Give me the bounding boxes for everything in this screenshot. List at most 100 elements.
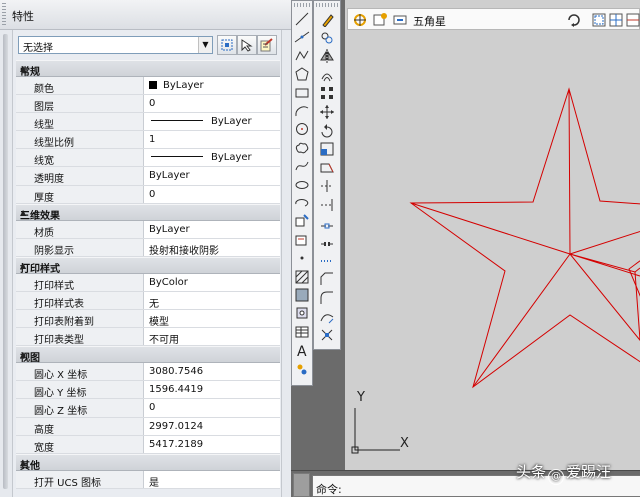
offset-icon[interactable] xyxy=(319,67,335,83)
selection-dropdown[interactable]: 无选择 ▼ xyxy=(18,36,213,54)
blend-curves-icon[interactable] xyxy=(319,309,335,325)
chevron-down-icon[interactable]: ▼ xyxy=(198,37,212,53)
arc-icon[interactable] xyxy=(294,103,310,119)
property-row[interactable]: 打印表类型 不可用 xyxy=(16,328,280,347)
scale-icon[interactable] xyxy=(319,141,335,157)
mirror-icon[interactable] xyxy=(319,48,335,64)
add-selected-icon[interactable] xyxy=(294,361,310,377)
property-row[interactable]: 材质 ByLayer xyxy=(16,220,280,239)
property-row[interactable]: 打印表附着到 模型 xyxy=(16,310,280,329)
collapse-icon[interactable]: ▲ xyxy=(20,350,272,359)
stretch-icon[interactable] xyxy=(319,160,335,176)
chamfer-icon[interactable] xyxy=(319,271,335,287)
property-value[interactable]: 3080.7546 xyxy=(145,363,280,380)
palette-grip[interactable] xyxy=(2,3,6,27)
category-header[interactable]: 打印样式 ▲ xyxy=(16,256,280,275)
category-header[interactable]: 常规 ▲ xyxy=(16,60,280,78)
property-row[interactable]: 打印样式表无 xyxy=(16,291,280,311)
property-value[interactable]: ByLayer xyxy=(145,221,280,238)
property-row[interactable]: 圆心 Y 坐标 1596.4419 xyxy=(16,381,280,400)
table-icon[interactable] xyxy=(294,324,310,340)
category-header[interactable]: 三维效果 ▲ xyxy=(16,203,280,222)
property-value[interactable]: 1596.4419 xyxy=(145,381,280,398)
property-value[interactable]: 5417.2189 xyxy=(145,436,280,453)
property-row[interactable]: 线宽 ByLayer xyxy=(16,149,280,168)
insert-block-icon[interactable] xyxy=(294,213,310,229)
property-value[interactable]: ByColor xyxy=(145,274,280,291)
property-value[interactable]: 0 xyxy=(145,95,280,112)
construction-line-icon[interactable] xyxy=(294,29,310,45)
rotate-icon[interactable] xyxy=(319,123,335,139)
property-value[interactable]: 无 xyxy=(145,292,280,310)
circle-icon[interactable] xyxy=(294,121,310,137)
property-value[interactable]: 投射和接收阴影 xyxy=(145,239,280,257)
erase-icon[interactable] xyxy=(319,11,335,27)
join-icon[interactable] xyxy=(319,253,335,269)
break-at-point-icon[interactable] xyxy=(319,216,335,232)
gradient-icon[interactable] xyxy=(294,287,310,303)
property-row[interactable]: 线型 ByLayer xyxy=(16,113,280,132)
collapse-icon[interactable]: ▲ xyxy=(20,458,272,467)
pentagram-outline[interactable] xyxy=(409,87,640,389)
category-header[interactable]: 视图 ▲ xyxy=(16,346,280,364)
property-value[interactable]: ByLayer xyxy=(145,113,280,130)
trim-icon[interactable] xyxy=(319,178,335,194)
make-block-icon[interactable] xyxy=(294,232,310,248)
region-icon[interactable] xyxy=(294,305,310,321)
copy-icon[interactable] xyxy=(319,30,335,46)
toggle-pickadd-button[interactable] xyxy=(217,35,237,55)
property-row[interactable]: 打开 UCS 图标是 xyxy=(16,470,280,489)
property-value[interactable]: ByLayer xyxy=(145,167,280,184)
category-header[interactable]: 其他 ▲ xyxy=(16,453,280,472)
rectangle-icon[interactable] xyxy=(294,85,310,101)
collapse-icon[interactable]: ▲ xyxy=(20,208,272,217)
spline-icon[interactable] xyxy=(294,158,310,174)
move-icon[interactable] xyxy=(319,104,335,120)
modify-toolbar-grip[interactable] xyxy=(316,3,338,7)
extend-icon[interactable] xyxy=(319,197,335,213)
palette-side-strip[interactable] xyxy=(0,30,13,497)
quick-select-button[interactable] xyxy=(257,35,277,55)
point-icon[interactable] xyxy=(294,250,310,266)
break-icon[interactable] xyxy=(319,234,335,250)
property-value[interactable]: 不可用 xyxy=(145,328,280,346)
multiline-text-icon[interactable]: A xyxy=(294,342,310,358)
property-row[interactable]: 圆心 Z 坐标 0 xyxy=(16,399,280,418)
polygon-icon[interactable] xyxy=(294,66,310,82)
property-row[interactable]: 圆心 X 坐标 3080.7546 xyxy=(16,363,280,382)
ellipse-arc-icon[interactable] xyxy=(294,195,310,211)
property-row[interactable]: 打印样式 ByColor xyxy=(16,273,280,292)
property-value[interactable]: ByLayer xyxy=(145,149,280,166)
property-value[interactable]: 是 xyxy=(145,471,280,489)
hatch-icon[interactable] xyxy=(294,269,310,285)
collapse-icon[interactable]: ▲ xyxy=(20,64,272,73)
line-icon[interactable] xyxy=(294,11,310,27)
collapse-icon[interactable]: ▲ xyxy=(20,261,272,270)
palette-side-bar[interactable] xyxy=(3,34,8,489)
property-value[interactable]: 1 xyxy=(145,131,280,148)
property-value[interactable]: 2997.0124 xyxy=(145,418,280,435)
property-row[interactable]: 宽度 5417.2189 xyxy=(16,435,280,454)
property-row[interactable]: 图层 0 xyxy=(16,95,280,114)
command-line-grip[interactable] xyxy=(293,473,310,497)
property-row[interactable]: 厚度 0 xyxy=(16,185,280,204)
fillet-icon[interactable] xyxy=(319,290,335,306)
property-row[interactable]: 高度 2997.0124 xyxy=(16,417,280,436)
ellipse-icon[interactable] xyxy=(294,177,310,193)
property-value[interactable]: 模型 xyxy=(145,310,280,328)
draw-toolbar-grip[interactable] xyxy=(294,3,310,7)
property-value[interactable]: ByLayer xyxy=(145,77,280,94)
pentagram[interactable] xyxy=(409,87,640,389)
select-objects-button[interactable] xyxy=(237,35,257,55)
property-row[interactable]: 线型比例 1 xyxy=(16,131,280,150)
polyline-icon[interactable] xyxy=(294,48,310,64)
palette-titlebar[interactable]: 特性 xyxy=(0,0,291,30)
property-row[interactable]: 透明度 ByLayer xyxy=(16,167,280,186)
property-value[interactable]: 0 xyxy=(145,186,280,203)
explode-icon[interactable] xyxy=(319,327,335,343)
revision-cloud-icon[interactable] xyxy=(294,140,310,156)
property-row[interactable]: 颜色 ByLayer xyxy=(16,77,280,96)
array-icon[interactable] xyxy=(319,85,335,101)
palette-scrollbar[interactable] xyxy=(281,30,291,497)
property-value[interactable]: 0 xyxy=(145,399,280,416)
